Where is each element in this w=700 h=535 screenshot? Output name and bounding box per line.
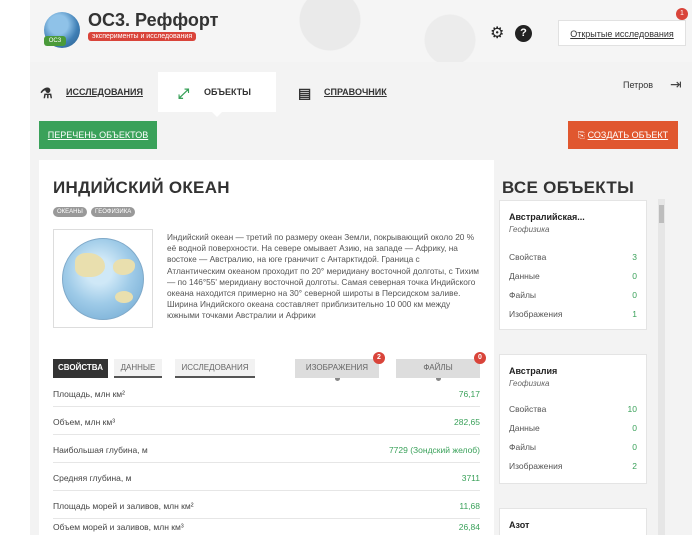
object-list-item-title: Азот <box>509 520 530 530</box>
tab-objects-label: ОБЪЕКТЫ <box>204 87 251 97</box>
object-list-item[interactable]: Австралия Геофизика Свойства 10 Данные 0 Ф… <box>499 354 647 484</box>
stat-value: 10 <box>627 404 637 414</box>
main-nav: ⚗ ИССЛЕДОВАНИЯ ⤢ ОБЪЕКТЫ ▤ СПРАВОЧНИК <box>30 62 692 117</box>
object-list-item-category: Геофизика <box>509 225 550 234</box>
tag-geophysics[interactable]: ГЕОФИЗИКА <box>91 207 136 217</box>
stat-label: Изображения <box>509 461 563 471</box>
stat-label: Свойства <box>509 252 547 262</box>
open-research-count-badge: 1 <box>676 8 688 20</box>
stat-label: Изображения <box>509 309 563 319</box>
subtab-images-label: ИЗОБРАЖЕНИЯ <box>305 363 369 372</box>
object-list-item-title: Австралийская... <box>509 212 585 222</box>
object-list-item[interactable]: Азот <box>499 508 647 535</box>
stat-label: Свойства <box>509 404 547 414</box>
object-title: ИНДИЙСКИЙ ОКЕАН <box>53 178 230 197</box>
property-value: 282,65 <box>454 417 480 427</box>
scrollbar-thumb[interactable] <box>659 205 664 223</box>
object-list-item-title: Австралия <box>509 366 558 376</box>
property-row: Объем, млн км³ 282,65 <box>53 410 480 435</box>
object-list-item[interactable]: Австралийская... Геофизика Свойства 3 Дан… <box>499 200 647 330</box>
subtab-data[interactable]: ДАННЫЕ <box>114 359 162 378</box>
tab-objects[interactable]: ⤢ ОБЪЕКТЫ <box>158 72 276 117</box>
stat-value: 2 <box>632 461 637 471</box>
property-row: Объем морей и заливов, млн км³ 26,84 <box>53 515 480 535</box>
object-stat-row: Файлы 0 <box>509 286 637 304</box>
images-count-badge: 2 <box>373 352 385 364</box>
property-name: Наибольшая глубина, м <box>53 445 148 455</box>
create-object-button[interactable]: ⎘ СОЗДАТЬ ОБЪЕКТ <box>568 121 678 149</box>
app-frame: ОСЗ ОС3. Реффорт эксперименты и исследов… <box>30 0 692 535</box>
logout-icon[interactable]: ⇥ <box>670 76 682 93</box>
property-name: Площадь, млн км² <box>53 389 125 399</box>
tag-oceans[interactable]: ОКЕАНЫ <box>53 207 87 217</box>
stat-label: Файлы <box>509 442 537 452</box>
subtab-files[interactable]: ФАЙЛЫ 0 <box>396 352 486 381</box>
stat-value: 0 <box>632 423 637 433</box>
help-icon[interactable]: ? <box>515 25 532 42</box>
object-stat-row: Данные 0 <box>509 267 637 285</box>
property-value: 7729 (Зондский желоб) <box>388 445 480 455</box>
object-list-item-category: Геофизика <box>509 379 550 388</box>
scrollbar[interactable] <box>658 199 665 535</box>
subtab-images[interactable]: ИЗОБРАЖЕНИЯ 2 <box>295 352 385 381</box>
object-description: Индийский океан — третий по размеру океа… <box>167 232 479 321</box>
header: ОСЗ ОС3. Реффорт эксперименты и исследов… <box>30 0 692 62</box>
list-objects-button[interactable]: ПЕРЕЧЕНЬ ОБЪЕКТОВ <box>39 121 157 149</box>
book-icon: ▤ <box>298 84 312 101</box>
add-document-icon: ⎘ <box>577 130 586 140</box>
logo-badge: ОСЗ <box>44 36 66 46</box>
all-objects-title: ВСЕ ОБЪЕКТЫ <box>502 178 635 197</box>
flask-icon: ⚗ <box>40 84 53 101</box>
stat-label: Данные <box>509 423 540 433</box>
tab-reference-label: СПРАВОЧНИК <box>324 87 387 97</box>
property-name: Объем, млн км³ <box>53 417 116 427</box>
object-stat-row: Изображения 2 <box>509 457 637 475</box>
gear-icon[interactable]: ⚙ <box>490 26 506 42</box>
stat-value: 0 <box>632 290 637 300</box>
tab-research-label: ИССЛЕДОВАНИЯ <box>66 87 143 97</box>
property-value: 26,84 <box>458 522 480 532</box>
globe-image <box>62 238 144 320</box>
property-name: Средняя глубина, м <box>53 473 132 483</box>
open-research-button[interactable]: Открытые исследования <box>558 20 686 46</box>
stat-value: 0 <box>632 442 637 452</box>
object-image[interactable] <box>53 229 153 328</box>
stat-value: 0 <box>632 271 637 281</box>
tab-research[interactable]: ⚗ ИССЛЕДОВАНИЯ <box>40 72 150 112</box>
files-count-badge: 0 <box>474 352 486 364</box>
object-card: ИНДИЙСКИЙ ОКЕАН ОКЕАНЫ ГЕОФИЗИКА Индийск… <box>39 160 494 535</box>
object-stat-row: Свойства 3 <box>509 248 637 266</box>
stat-value: 1 <box>632 309 637 319</box>
subtab-properties[interactable]: СВОЙСТВА <box>53 359 108 378</box>
object-stat-row: Файлы 0 <box>509 438 637 456</box>
stat-label: Файлы <box>509 290 537 300</box>
property-name: Объем морей и заливов, млн км³ <box>53 522 184 532</box>
stat-label: Данные <box>509 271 540 281</box>
tab-reference[interactable]: ▤ СПРАВОЧНИК <box>298 72 408 112</box>
stat-value: 3 <box>632 252 637 262</box>
subtab-research[interactable]: ИССЛЕДОВАНИЯ <box>175 359 255 378</box>
subtab-files-label: ФАЙЛЫ <box>423 363 453 372</box>
property-row: Площадь, млн км² 76,17 <box>53 382 480 407</box>
app-title[interactable]: ОС3. Реффорт <box>88 10 218 31</box>
property-row: Средняя глубина, м 3711 <box>53 466 480 491</box>
object-stat-row: Изображения 1 <box>509 305 637 323</box>
object-stat-row: Данные 0 <box>509 419 637 437</box>
create-object-label: СОЗДАТЬ ОБЪЕКТ <box>587 130 669 140</box>
app-subtitle: эксперименты и исследования <box>88 32 197 41</box>
property-value: 76,17 <box>458 389 480 399</box>
property-row: Наибольшая глубина, м 7729 (Зондский жел… <box>53 438 480 463</box>
expand-arrows-icon: ⤢ <box>178 84 190 101</box>
object-stat-row: Свойства 10 <box>509 400 637 418</box>
property-value: 3711 <box>461 473 480 483</box>
user-name[interactable]: Петров <box>623 80 653 90</box>
